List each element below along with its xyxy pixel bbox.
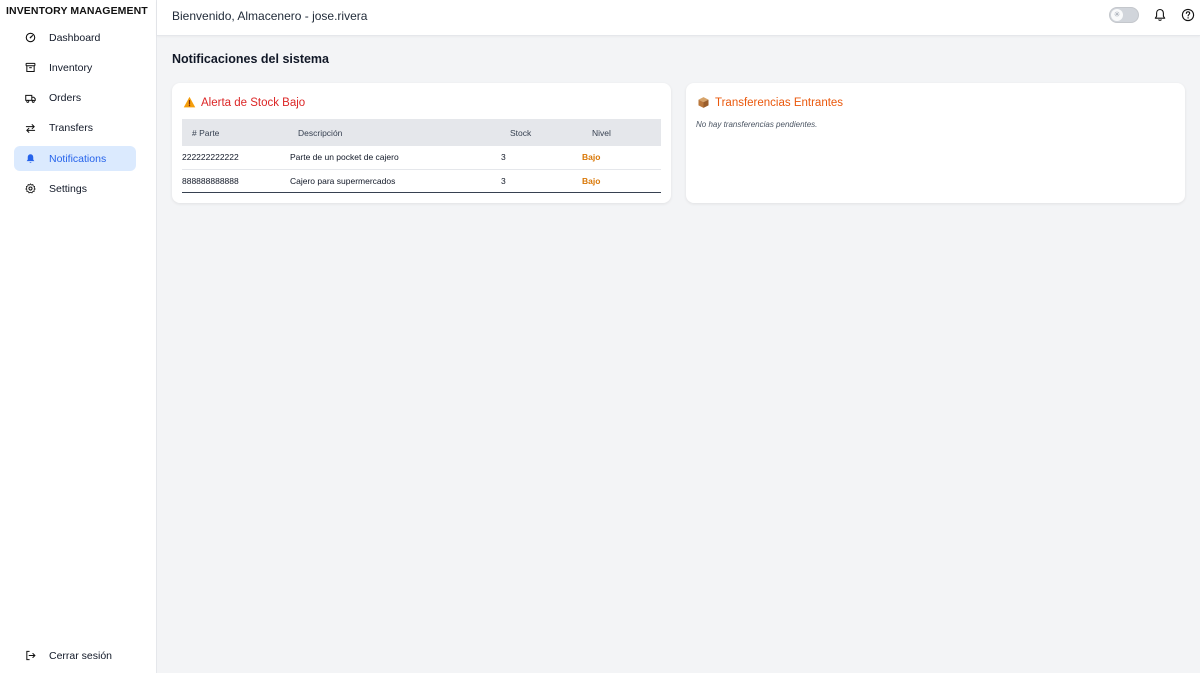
low-stock-table: # Parte Descripción Stock Nivel 22222222… [182,119,661,193]
incoming-transfers-title: Transferencias Entrantes [697,96,843,109]
bell-icon [24,153,36,165]
sidebar-item-inventory[interactable]: Inventory [14,55,136,80]
column-header-part: # Parte [192,127,220,138]
sidebar-item-label: Inventory [49,61,93,74]
sidebar-item-settings[interactable]: Settings [14,176,136,201]
top-bar: Bienvenido, Almacenero - jose.rivera ✳ [157,0,1200,36]
column-header-level: Nivel [592,127,611,138]
logout-label: Cerrar sesión [49,649,113,662]
sidebar-item-transfers[interactable]: Transfers [14,116,136,141]
package-icon [697,96,710,109]
incoming-transfers-title-text: Transferencias Entrantes [715,96,844,109]
theme-toggle[interactable]: ✳ [1109,7,1139,23]
cell-stock: 3 [501,146,582,170]
empty-state-message: No hay transferencias pendientes. [696,120,818,129]
low-stock-title: Alerta de Stock Bajo [183,96,305,109]
table-header-row: # Parte Descripción Stock Nivel [182,119,661,146]
sidebar-item-label: Orders [49,92,82,105]
sun-icon: ✳ [1111,9,1123,21]
cell-level: Bajo [582,146,661,170]
sidebar: INVENTORY MANAGEMENT Dashboard Inventory… [0,0,157,673]
level-badge: Bajo [582,175,601,186]
arrows-exchange-icon [24,122,36,134]
warning-triangle-icon [183,96,196,109]
table-row: 222222222222 Parte de un pocket de cajer… [182,146,661,170]
sidebar-item-orders[interactable]: Orders [14,86,136,111]
low-stock-title-text: Alerta de Stock Bajo [201,96,306,109]
dashboard-icon [24,32,36,44]
cell-description: Parte de un pocket de cajero [290,146,501,170]
gear-icon [24,183,36,195]
page-title: Notificaciones del sistema [172,52,330,66]
level-badge: Bajo [582,152,601,163]
cell-description: Cajero para supermercados [290,169,501,193]
cell-part: 888888888888 [182,169,290,193]
notifications-bell-icon[interactable] [1153,8,1167,22]
column-header-stock: Stock [510,127,532,138]
help-icon[interactable] [1181,8,1195,22]
low-stock-card: Alerta de Stock Bajo # Parte Descripción… [172,83,671,203]
incoming-transfers-card: Transferencias Entrantes No hay transfer… [686,83,1185,203]
logout-button[interactable]: Cerrar sesión [14,643,136,668]
logout-icon [24,650,36,662]
welcome-message: Bienvenido, Almacenero - jose.rivera [172,9,368,23]
sidebar-item-label: Notifications [49,152,107,165]
cell-stock: 3 [501,169,582,193]
sidebar-item-notifications[interactable]: Notifications [14,146,136,172]
sidebar-item-label: Dashboard [49,31,101,44]
sidebar-item-dashboard[interactable]: Dashboard [14,25,136,50]
sidebar-item-label: Transfers [49,122,93,135]
sidebar-nav: Dashboard Inventory Orders Transfers Not… [14,25,136,207]
table-row: 888888888888 Cajero para supermercados 3… [182,169,661,193]
cell-level: Bajo [582,169,661,193]
sidebar-item-label: Settings [49,182,87,195]
archive-box-icon [24,62,36,74]
truck-icon [24,92,36,104]
cell-part: 222222222222 [182,146,290,170]
app-title: INVENTORY MANAGEMENT [6,5,148,17]
column-header-description: Descripción [298,127,343,138]
